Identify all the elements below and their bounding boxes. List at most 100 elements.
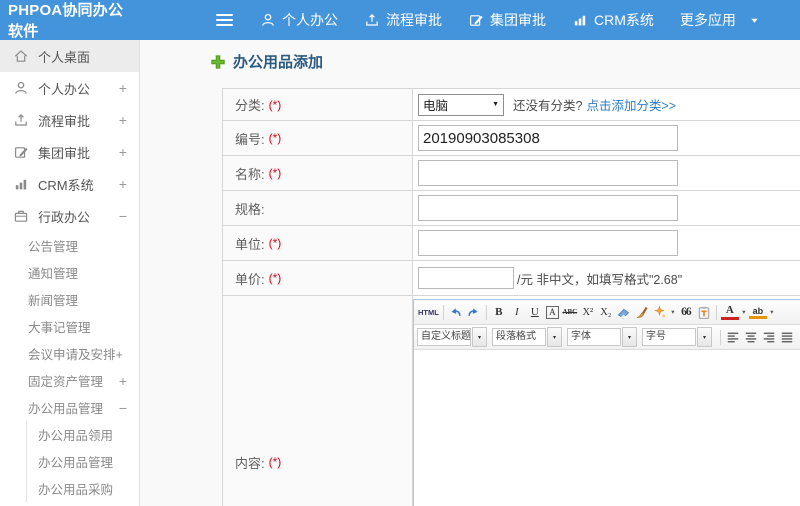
sidebar-item-group-approval[interactable]: 集团审批 +: [0, 136, 139, 168]
align-center-icon[interactable]: [742, 328, 760, 346]
html-source-button[interactable]: HTML: [417, 303, 440, 321]
expand-toggle[interactable]: −: [119, 400, 127, 416]
format-brush-icon[interactable]: [633, 303, 651, 321]
top-menu-group-approval[interactable]: 集团审批: [468, 10, 546, 30]
auto-typeset-icon[interactable]: [651, 303, 669, 321]
required-mark: (*): [268, 455, 282, 469]
sidebar-item-office-supplies-mgmt[interactable]: 办公用品管理 −: [0, 394, 139, 421]
hamburger-menu-icon[interactable]: [216, 13, 233, 27]
sidebar-item-crm-system[interactable]: CRM系统 +: [0, 168, 139, 200]
auto-typeset-caret[interactable]: ▾: [669, 308, 677, 316]
sidebar-item-label: CRM系统: [38, 177, 94, 193]
underline-button[interactable]: U: [526, 303, 544, 321]
sidebar-item-admin-office[interactable]: 行政办公 −: [0, 200, 139, 232]
sidebar-item-label: 办公用品管理: [38, 456, 114, 470]
category-hint: 还没有分类?: [513, 99, 583, 113]
chart-icon: [572, 12, 588, 28]
italic-button[interactable]: I: [508, 303, 526, 321]
bold-button[interactable]: B: [490, 303, 508, 321]
dropdown-caret-icon[interactable]: ▾: [697, 327, 712, 347]
spec-input[interactable]: [418, 195, 678, 221]
category-select[interactable]: 电脑 ▼: [418, 93, 504, 116]
top-menu-workflow-approval[interactable]: 流程审批: [364, 10, 442, 30]
sidebar-item-label: 办公用品领用: [38, 429, 114, 443]
top-menu-more-apps[interactable]: 更多应用: [680, 10, 759, 30]
redo-icon[interactable]: [465, 303, 483, 321]
sidebar-item-announcement-mgmt[interactable]: 公告管理: [0, 232, 139, 259]
content-label: 内容:: [235, 455, 265, 471]
eraser-icon[interactable]: [615, 303, 633, 321]
select-caret-icon: ▼: [492, 101, 499, 108]
dropdown-caret-icon[interactable]: ▾: [622, 327, 637, 347]
sidebar-item-personal-desktop[interactable]: 个人桌面: [0, 40, 139, 72]
sidebar-item-workflow-approval[interactable]: 流程审批 +: [0, 104, 139, 136]
align-justify-icon[interactable]: [778, 328, 796, 346]
sidebar-item-memorabilia-mgmt[interactable]: 大事记管理: [0, 313, 139, 340]
expand-toggle[interactable]: +: [119, 112, 127, 128]
paragraph-format-dropdown[interactable]: 段落格式 ▾: [492, 327, 562, 347]
link-icon[interactable]: [796, 328, 800, 346]
strikethrough-button[interactable]: ABC: [561, 303, 579, 321]
sidebar-item-label: 办公用品采购: [38, 483, 114, 497]
expand-toggle[interactable]: +: [119, 144, 127, 160]
expand-toggle[interactable]: +: [119, 80, 127, 96]
dropdown-value: 自定义标题: [417, 328, 471, 346]
sidebar-item-meeting-request[interactable]: 会议申请及安排+: [0, 340, 139, 367]
font-color-button[interactable]: A: [720, 305, 739, 320]
undo-icon[interactable]: [447, 303, 465, 321]
top-header: PHPOA协同办公软件 个人办公 流程审批 集团审批 CRM系统 更多应用: [0, 0, 800, 40]
char-border-button[interactable]: A: [545, 305, 559, 319]
superscript-button[interactable]: X²: [579, 303, 597, 321]
form-row-spec: 规格:: [223, 191, 800, 226]
rich-text-editor: HTML B I U A ABC X² X₂ ▾ 66 A ▾ ab ▾ 自定义标题 ▾ 段落格式 ▾ 字体 ▾ 字号…: [413, 299, 800, 506]
form-row-price: 单价: (*) /元 非中文，如填写格式"2.68": [223, 261, 800, 296]
sidebar-item-label: 集团审批: [38, 145, 91, 161]
dropdown-caret-icon[interactable]: ▾: [547, 327, 562, 347]
paste-plain-icon[interactable]: [695, 303, 713, 321]
sidebar-item-supplies-manage[interactable]: 办公用品管理: [27, 448, 139, 475]
align-right-icon[interactable]: [760, 328, 778, 346]
top-menu-crm-system[interactable]: CRM系统: [572, 10, 654, 30]
highlight-color-caret[interactable]: ▾: [768, 308, 776, 316]
sidebar-item-personal-office[interactable]: 个人办公 +: [0, 72, 139, 104]
sidebar-item-supplies-claim[interactable]: 办公用品领用: [27, 421, 139, 448]
editor-content-area[interactable]: [414, 350, 800, 506]
subscript-button[interactable]: X₂: [597, 303, 615, 321]
briefcase-icon: [13, 208, 29, 224]
highlight-color-button[interactable]: ab: [748, 305, 767, 319]
unit-label: 单位:: [235, 236, 265, 252]
dropdown-value: 段落格式: [492, 328, 546, 346]
price-input[interactable]: [418, 267, 514, 289]
dropdown-caret-icon[interactable]: ▾: [472, 327, 487, 347]
form-row-code: 编号: (*): [223, 121, 800, 156]
custom-title-dropdown[interactable]: 自定义标题 ▾: [417, 327, 487, 347]
sidebar-item-label: 个人办公: [38, 81, 91, 97]
blockquote-button[interactable]: 66: [677, 303, 695, 321]
user-icon: [260, 12, 276, 28]
align-left-icon[interactable]: [724, 328, 742, 346]
font-family-dropdown[interactable]: 字体 ▾: [567, 327, 637, 347]
dropdown-value: 字号: [642, 328, 696, 346]
sidebar: 个人桌面 个人办公 + 流程审批 + 集团审批 + CRM系统 + 行政办公 − 公告管理 通知管理 新闻…: [0, 40, 140, 506]
top-menu-label: 个人办公: [282, 12, 338, 28]
sidebar-item-notice-mgmt[interactable]: 通知管理: [0, 259, 139, 286]
expand-toggle[interactable]: −: [119, 208, 127, 224]
required-mark: (*): [268, 236, 282, 250]
top-menu-personal-office[interactable]: 个人办公: [260, 10, 338, 30]
code-input[interactable]: [418, 125, 678, 151]
name-label: 名称:: [235, 166, 265, 182]
add-category-link[interactable]: 点击添加分类>>: [586, 95, 676, 114]
font-size-dropdown[interactable]: 字号 ▾: [642, 327, 712, 347]
edit-icon: [13, 144, 29, 160]
name-input[interactable]: [418, 160, 678, 186]
category-select-value: 电脑: [423, 99, 449, 113]
sidebar-item-news-mgmt[interactable]: 新闻管理: [0, 286, 139, 313]
expand-toggle[interactable]: +: [119, 176, 127, 192]
font-color-caret[interactable]: ▾: [740, 308, 748, 316]
required-mark: (*): [268, 166, 282, 180]
sidebar-item-supplies-purchase[interactable]: 办公用品采购: [27, 475, 139, 502]
sidebar-item-fixed-assets-mgmt[interactable]: 固定资产管理 +: [0, 367, 139, 394]
price-label: 单价:: [235, 271, 265, 287]
unit-input[interactable]: [418, 230, 678, 256]
expand-toggle[interactable]: +: [119, 373, 127, 389]
